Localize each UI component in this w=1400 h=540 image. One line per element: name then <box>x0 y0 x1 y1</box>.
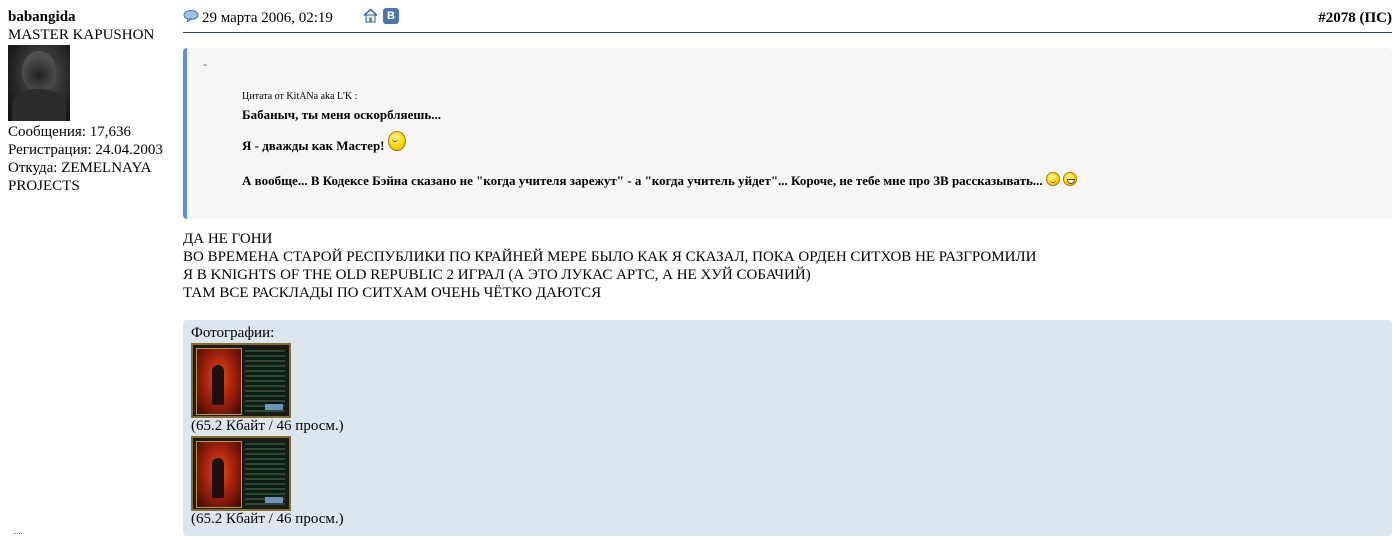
post-header: 29 марта 2006, 02:19 В #2078 (ПС) <box>183 8 1392 33</box>
user-title: MASTER KAPUSHON <box>8 27 155 43</box>
user-registration: Регистрация: 24.04.2003 <box>8 142 163 158</box>
user-location: Откуда: ZEMELNAYA PROJECTS <box>8 160 151 194</box>
attachment-meta: (65.2 Кбайт / 46 просм.) <box>191 511 344 527</box>
avatar[interactable] <box>8 45 70 121</box>
post-bubble-icon <box>183 10 199 24</box>
home-icon[interactable] <box>363 8 378 23</box>
quote-line-1: Бабаныч, ты меня оскорбляешь... <box>242 107 441 122</box>
waving-smiley-icon <box>387 131 406 151</box>
quote-content: Цитата от KitANa aka L'K : Бабаныч, ты м… <box>242 91 1078 189</box>
post-line-2: ВО ВРЕМЕНА СТАРОЙ РЕСПУБЛИКИ ПО КРАЙНЕЙ … <box>183 249 1037 265</box>
attachments-title: Фотографии: <box>191 325 275 341</box>
quote-author: Цитата от KitANa aka L'K : <box>242 91 358 102</box>
smile-icon <box>1045 172 1060 186</box>
user-posts-count: Сообщения: 17,636 <box>8 124 131 140</box>
attachment-thumbnail[interactable] <box>191 343 291 418</box>
post-body: ДА НЕ ГОНИ ВО ВРЕМЕНА СТАРОЙ РЕСПУБЛИКИ … <box>183 230 1036 302</box>
post-date: 29 марта 2006, 02:19 <box>202 10 333 26</box>
quote-box: - Цитата от KitANa aka L'K : Бабаныч, ты… <box>183 48 1392 219</box>
grin-icon <box>1063 172 1078 186</box>
quote-line-2-row: Я - дважды как Мастер! <box>242 131 1077 154</box>
attachment-thumbnail[interactable] <box>191 436 291 511</box>
attachment-meta: (65.2 Кбайт / 46 просм.) <box>191 418 344 434</box>
post-line-3: Я В KNIGHTS OF THE OLD REPUBLIC 2 ИГРАЛ … <box>183 267 811 283</box>
user-info: babangida MASTER KAPUSHON Сообщения: 17,… <box>8 8 178 195</box>
quote-dash: - <box>203 57 207 71</box>
post-tag: (ПС) <box>1355 10 1393 26</box>
quote-line-2: Я - дважды как Мастер! <box>242 138 385 153</box>
vk-share-icon[interactable]: В <box>383 8 399 24</box>
post-number-value[interactable]: #2078 <box>1318 10 1356 26</box>
post-number[interactable]: #2078 (ПС) <box>1318 10 1392 27</box>
attachments-box: Фотографии: (65.2 Кбайт / 46 просм.) (65… <box>183 320 1392 536</box>
quote-line-3: А вообще... В Кодексе Бэйна сказано не "… <box>242 173 1043 188</box>
quote-line-3-row: А вообще... В Кодексе Бэйна сказано не "… <box>242 172 1078 189</box>
divider-dots <box>14 533 24 535</box>
username-link[interactable]: babangida <box>8 8 178 26</box>
post-line-4: ТАМ ВСЕ РАСКЛАДЫ ПО СИТХАМ ОЧЕНЬ ЧЁТКО Д… <box>183 285 602 301</box>
post-line-1: ДА НЕ ГОНИ <box>183 231 273 247</box>
